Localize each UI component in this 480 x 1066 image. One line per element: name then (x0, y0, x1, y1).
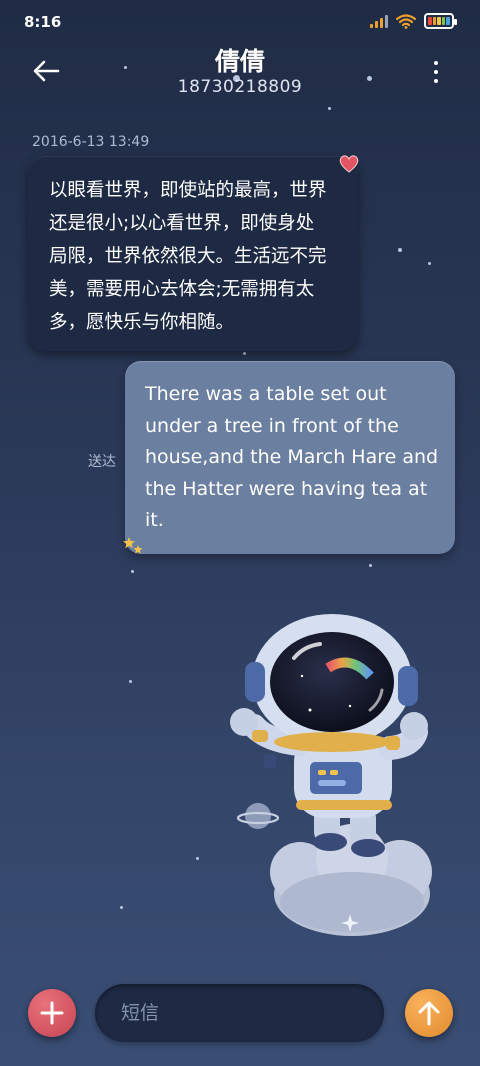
send-button[interactable] (405, 989, 453, 1037)
stars-icon (123, 537, 143, 554)
message-line: 局限，世界依然很大。生活远不完 (49, 246, 327, 267)
status-time: 8:16 (24, 13, 62, 31)
arrow-up-icon (418, 1001, 440, 1026)
message-timestamp: 2016-6-13 13:49 (32, 134, 150, 150)
status-icons (370, 13, 457, 29)
add-attachment-button[interactable] (28, 989, 76, 1037)
more-vertical-icon (434, 61, 438, 65)
contact-name: 倩倩 (214, 47, 265, 76)
message-input-container (95, 984, 384, 1042)
message-line: 以眼看世界，即使站的最高，世界 (49, 180, 327, 201)
plus-icon (40, 1001, 64, 1025)
message-line: 多，愿快乐与你相随。 (49, 312, 235, 333)
message-line: 还是很小;以心看世界，即使身处 (49, 213, 315, 234)
wifi-icon (396, 13, 416, 29)
message-line: There was a table set out (145, 383, 387, 405)
message-line: the Hatter were having tea at (145, 477, 428, 500)
message-line: house,and the March Hare and (145, 446, 439, 468)
message-line: under a tree in front of the (145, 414, 399, 437)
message-input[interactable] (121, 984, 371, 1042)
status-bar: 8:16 (0, 0, 480, 44)
message-line: it. (145, 509, 164, 531)
heart-icon (339, 155, 359, 173)
incoming-message-bubble[interactable]: 以眼看世界，即使站的最高，世界 还是很小;以心看世界，即使身处 局限，世界依然很… (28, 156, 358, 351)
delivery-status: 送达 (88, 454, 116, 470)
contact-number: 18730218809 (177, 77, 303, 97)
battery-icon (424, 13, 457, 29)
astronaut-illustration (230, 614, 432, 936)
message-line: 美，需要用心去体会;无需拥有太 (49, 279, 315, 300)
more-options-button[interactable] (428, 58, 444, 86)
signal-icon (370, 14, 388, 28)
outgoing-message-bubble[interactable]: There was a table set out under a tree i… (125, 361, 455, 554)
